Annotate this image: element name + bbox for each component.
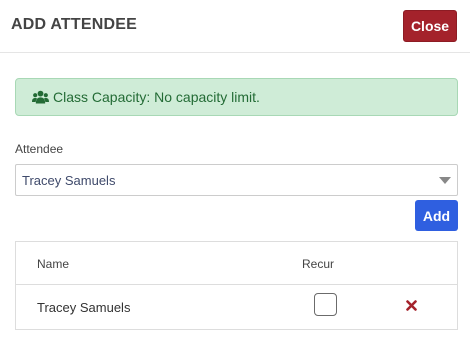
modal-header: ADD ATTENDEE Close <box>0 0 470 53</box>
capacity-alert: Class Capacity: No capacity limit. <box>15 78 458 116</box>
table-row: Tracey Samuels <box>16 285 457 329</box>
column-header-recur: Recur <box>302 257 335 271</box>
attendee-table: Name Recur Tracey Samuels <box>15 241 458 330</box>
modal-title: ADD ATTENDEE <box>11 16 137 33</box>
users-icon <box>32 90 49 104</box>
close-button[interactable]: Close <box>403 10 457 42</box>
attendee-name-cell: Tracey Samuels <box>37 300 131 315</box>
add-button[interactable]: Add <box>415 200 458 231</box>
attendee-select-value: Tracey Samuels <box>22 172 116 188</box>
column-header-name: Name <box>37 257 70 271</box>
capacity-alert-text: Class Capacity: No capacity limit. <box>53 89 260 105</box>
caret-down-icon <box>439 177 451 184</box>
table-header: Name Recur <box>16 242 457 285</box>
attendee-label: Attendee <box>15 142 64 156</box>
recur-checkbox[interactable] <box>314 293 337 316</box>
attendee-select[interactable]: Tracey Samuels <box>15 164 458 196</box>
remove-icon[interactable] <box>404 298 418 312</box>
